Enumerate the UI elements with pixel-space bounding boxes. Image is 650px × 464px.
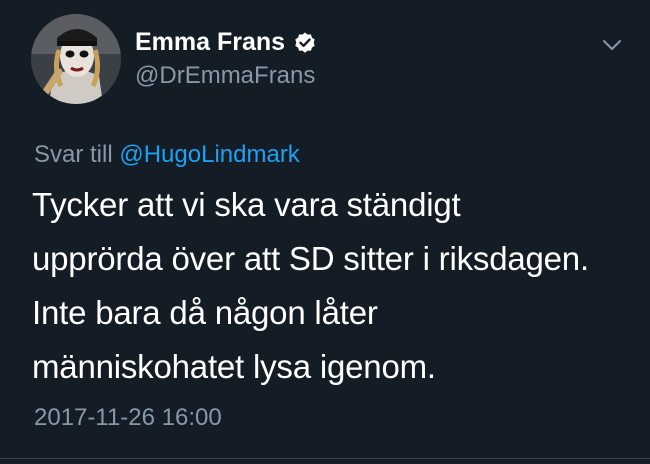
reply-mention-link[interactable]: @HugoLindmark	[119, 141, 299, 168]
verified-badge-icon	[295, 32, 315, 53]
divider	[0, 458, 650, 459]
chevron-down-icon[interactable]	[600, 36, 624, 54]
tweet-card: Emma Frans @DrEmmaFrans Svar till @HugoL…	[0, 0, 650, 464]
tweet-body: Tycker att vi ska vara ständigt upprörda…	[32, 178, 632, 394]
tweet-line: upprörda över att SD sitter i riksdagen.	[32, 240, 589, 277]
reply-prefix: Svar till	[34, 141, 113, 168]
avatar-image	[31, 14, 121, 104]
tweet-line: Tycker att vi ska vara ständigt	[32, 186, 461, 223]
tweet-timestamp[interactable]: 2017-11-26 16:00	[34, 404, 222, 432]
author-name-row[interactable]: Emma Frans	[135, 28, 317, 57]
author-handle[interactable]: @DrEmmaFrans	[135, 62, 315, 90]
tweet-line: Inte bara då någon låter	[32, 294, 378, 331]
author-display-name[interactable]: Emma Frans	[135, 28, 285, 57]
tweet-line: människohatet lysa igenom.	[32, 348, 436, 385]
reply-context: Svar till @HugoLindmark	[34, 141, 300, 169]
avatar[interactable]	[31, 14, 121, 104]
